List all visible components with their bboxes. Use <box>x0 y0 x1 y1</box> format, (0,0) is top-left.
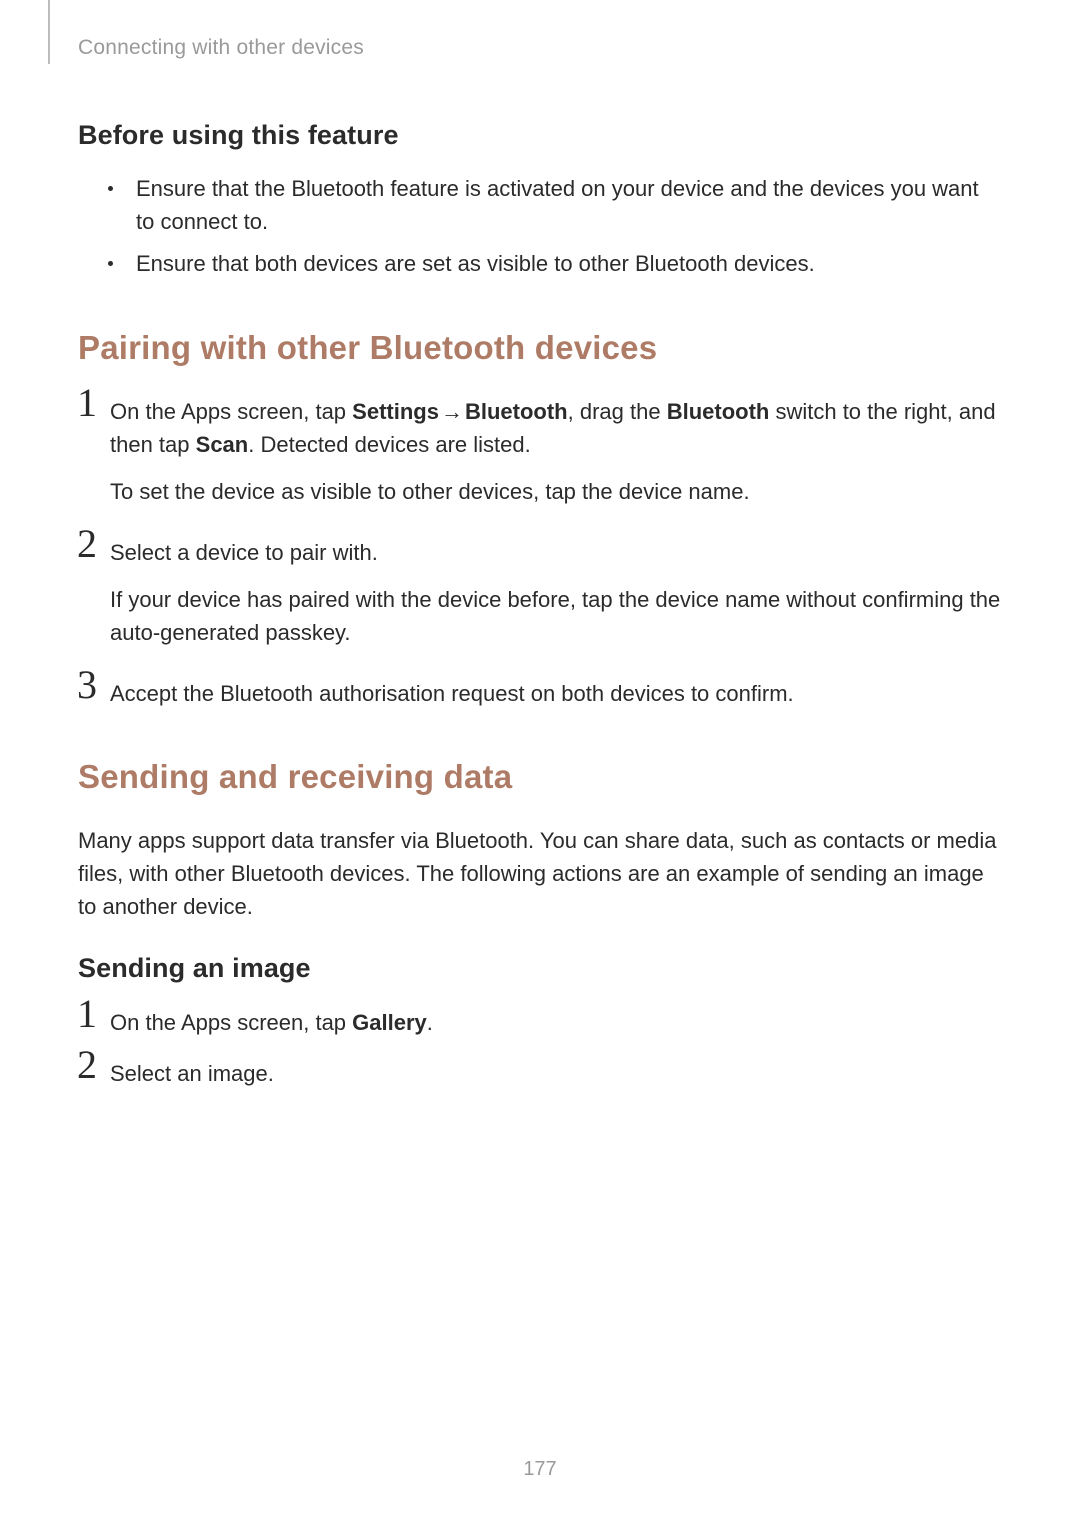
step-number: 3 <box>72 665 102 705</box>
bold-bluetooth-switch: Bluetooth <box>667 399 770 424</box>
bold-gallery: Gallery <box>352 1010 427 1035</box>
text-run: On the Apps screen, tap <box>110 1010 352 1035</box>
bullet-item: Ensure that the Bluetooth feature is act… <box>108 173 1002 238</box>
header-rule <box>48 0 50 64</box>
subheading-sending-image: Sending an image <box>78 953 1002 984</box>
text-run: . <box>427 1010 433 1035</box>
section-heading-pairing: Pairing with other Bluetooth devices <box>78 329 1002 367</box>
step-number: 2 <box>72 1045 102 1085</box>
intro-paragraph: Many apps support data transfer via Blue… <box>78 824 1002 923</box>
breadcrumb: Connecting with other devices <box>78 36 1002 60</box>
step-text: Select an image. <box>110 1057 1002 1090</box>
step-number: 2 <box>72 524 102 564</box>
step-text: Select a device to pair with. <box>110 536 1002 569</box>
step-number: 1 <box>72 994 102 1034</box>
bold-bluetooth: Bluetooth <box>465 399 568 424</box>
subheading-before-using: Before using this feature <box>78 120 1002 151</box>
step-item: 3 Accept the Bluetooth authorisation req… <box>78 677 1002 710</box>
manual-page: Connecting with other devices Before usi… <box>0 0 1080 1527</box>
step-item: 2 Select an image. <box>78 1057 1002 1090</box>
bold-scan: Scan <box>196 432 249 457</box>
step-item: 1 On the Apps screen, tap Gallery. <box>78 1006 1002 1039</box>
bullet-list: Ensure that the Bluetooth feature is act… <box>78 173 1002 281</box>
step-item: 2 Select a device to pair with. If your … <box>78 536 1002 649</box>
text-run: On the Apps screen, tap <box>110 399 352 424</box>
step-number: 1 <box>72 383 102 423</box>
arrow-icon: → <box>439 395 465 428</box>
bullet-item: Ensure that both devices are set as visi… <box>108 248 1002 281</box>
step-text: Accept the Bluetooth authorisation reque… <box>110 677 1002 710</box>
step-text: To set the device as visible to other de… <box>110 475 1002 508</box>
text-run: . Detected devices are listed. <box>248 432 530 457</box>
step-text: On the Apps screen, tap Gallery. <box>110 1006 1002 1039</box>
step-text: If your device has paired with the devic… <box>110 583 1002 649</box>
step-item: 1 On the Apps screen, tap Settings → Blu… <box>78 395 1002 508</box>
steps-list-sending: 1 On the Apps screen, tap Gallery. 2 Sel… <box>78 1006 1002 1090</box>
page-number: 177 <box>0 1458 1080 1481</box>
steps-list-pairing: 1 On the Apps screen, tap Settings → Blu… <box>78 395 1002 710</box>
bold-settings: Settings <box>352 399 439 424</box>
text-run: , drag the <box>568 399 667 424</box>
step-text: On the Apps screen, tap Settings → Bluet… <box>110 395 1002 461</box>
section-heading-sending: Sending and receiving data <box>78 758 1002 796</box>
